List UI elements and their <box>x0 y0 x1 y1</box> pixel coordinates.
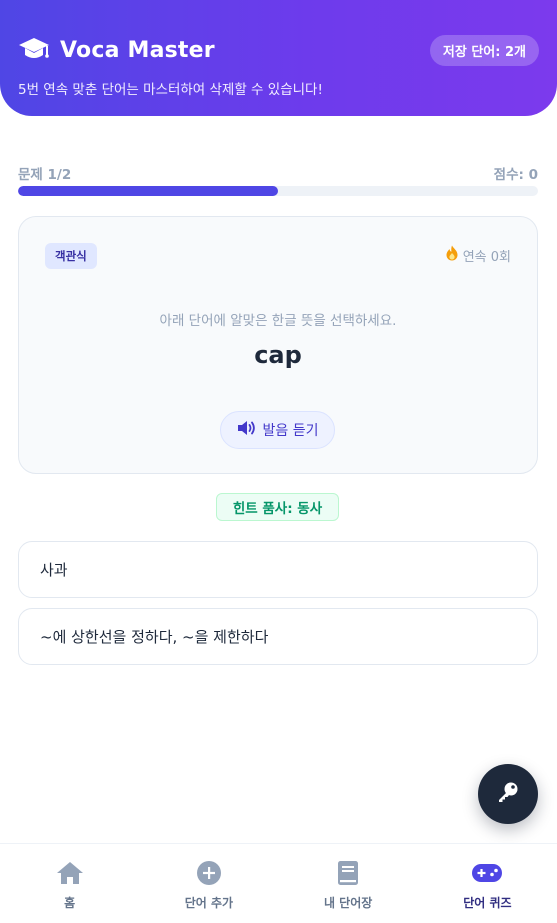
graduation-cap-icon <box>18 36 50 64</box>
nav-label-word-quiz: 단어 퀴즈 <box>463 896 512 910</box>
nav-label-my-wordbook: 내 단어장 <box>323 896 373 910</box>
book-icon <box>337 860 359 886</box>
nav-add-word[interactable]: 단어 추가 <box>139 844 278 923</box>
saved-words-badge[interactable]: 저장 단어: 2개 <box>429 35 539 66</box>
header-tagline: 5번 연속 맞춘 단어는 마스터하여 삭제할 수 있습니다! <box>18 82 323 98</box>
nav-label-home: 홈 <box>64 896 76 910</box>
nav-word-quiz[interactable]: 단어 퀴즈 <box>418 844 557 923</box>
speaker-icon <box>237 420 257 440</box>
listen-label: 발음 듣기 <box>262 423 319 439</box>
nav-label-add-word: 단어 추가 <box>184 896 234 910</box>
progress-fill <box>18 186 278 196</box>
key-fab-button[interactable] <box>478 764 538 824</box>
quiz-screen: Voca Master 저장 단어: 2개 5번 연속 맞춘 단어는 마스터하여… <box>0 0 557 923</box>
question-card: 객관식 연속 0회 아래 단어에 알맞은 한글 뜻을 선택하세요. cap 발음… <box>18 216 538 474</box>
progress-row: 문제 1/2 점수: 0 <box>18 163 538 183</box>
quiz-word: cap <box>254 341 302 369</box>
question-type-badge: 객관식 <box>45 243 97 269</box>
question-counter: 문제 1/2 <box>18 167 72 183</box>
flame-icon <box>445 245 459 265</box>
streak-indicator: 연속 0회 <box>445 245 511 265</box>
plus-circle-icon <box>196 860 222 886</box>
question-instruction: 아래 단어에 알맞은 한글 뜻을 선택하세요. <box>159 313 397 329</box>
home-icon <box>56 860 84 886</box>
nav-my-wordbook[interactable]: 내 단어장 <box>279 844 418 923</box>
score-label: 점수: 0 <box>493 167 538 183</box>
listen-pronunciation-button[interactable]: 발음 듣기 <box>220 411 335 449</box>
part-of-speech-hint: 힌트 품사: 동사 <box>216 493 339 521</box>
nav-home[interactable]: 홈 <box>0 844 139 923</box>
answer-option[interactable]: ~에 상한선을 정하다, ~을 제한하다 <box>18 608 538 665</box>
streak-label: 연속 0회 <box>462 249 511 265</box>
app-header: Voca Master 저장 단어: 2개 5번 연속 맞춘 단어는 마스터하여… <box>0 0 557 116</box>
key-icon <box>496 780 520 808</box>
gamepad-icon <box>471 860 503 886</box>
progress-bar <box>18 186 538 196</box>
bottom-navigation: 홈 단어 추가 내 단어장 단어 퀴즈 <box>0 843 557 923</box>
answer-option[interactable]: 사과 <box>18 541 538 598</box>
app-title: Voca Master <box>60 37 215 63</box>
brand: Voca Master <box>18 36 215 64</box>
